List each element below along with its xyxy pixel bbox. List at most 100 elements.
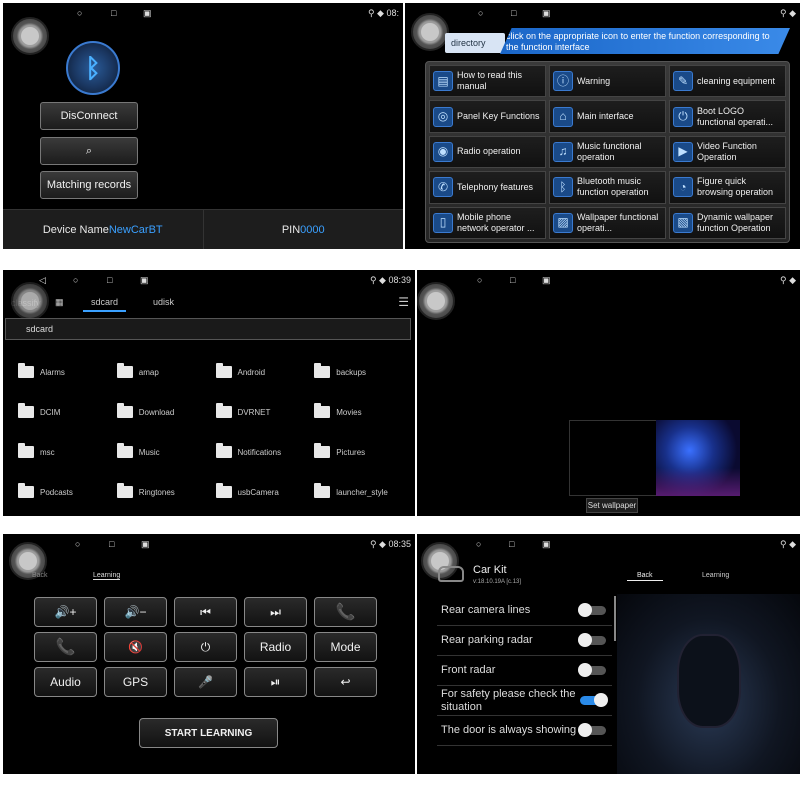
folder-item[interactable]: Alarms: [18, 352, 117, 392]
home-nav-icon[interactable]: ○: [478, 8, 483, 18]
next-track-button[interactable]: ⏭: [244, 597, 307, 627]
image-icon: ▣: [542, 539, 551, 549]
radio-icon: ◉: [433, 141, 453, 162]
manual-tile[interactable]: ▨ Wallpaper functional operati...: [549, 206, 666, 239]
manual-tile[interactable]: ▶ Video Function Operation: [669, 135, 786, 169]
set-wallpaper-button[interactable]: Set wallpaper: [586, 498, 638, 513]
answer-call-button[interactable]: 📞: [314, 597, 377, 627]
folder-item[interactable]: msc: [18, 432, 117, 472]
home-nav-icon[interactable]: ○: [77, 8, 82, 18]
folder-icon: [116, 403, 133, 418]
manual-tile[interactable]: ⌂ Main interface: [549, 100, 666, 133]
folder-icon: [314, 483, 331, 498]
setting-toggle[interactable]: [578, 723, 606, 737]
image-icon: ▣: [542, 8, 551, 18]
home-nav-icon[interactable]: ○: [75, 539, 80, 549]
gauge-icon: ◔: [673, 177, 693, 198]
hang-up-button[interactable]: 📞: [34, 632, 97, 662]
manual-tile[interactable]: ✎ cleaning equipment: [669, 65, 786, 98]
matching-records-button[interactable]: Matching records: [40, 171, 138, 199]
status-bar: ○ □ ▣ ⚲ ◆: [417, 534, 800, 554]
folder-item[interactable]: Podcasts: [18, 472, 117, 512]
back-tab[interactable]: Back: [627, 572, 663, 581]
directory-label[interactable]: directory: [445, 33, 505, 53]
volume-up-button[interactable]: 🔊+: [34, 597, 97, 627]
learning-tab[interactable]: Learning: [93, 572, 121, 580]
mode-button[interactable]: Mode: [314, 632, 377, 662]
scrollbar[interactable]: [614, 596, 616, 641]
tab-udisk[interactable]: udisk: [153, 297, 174, 307]
play-icon: ▶: [673, 141, 693, 162]
folder-item[interactable]: DVRNET: [215, 392, 315, 432]
manual-tile[interactable]: ᛒ Bluetooth music function operation: [549, 171, 666, 204]
folder-item[interactable]: usbCamera: [215, 472, 315, 512]
setting-toggle[interactable]: [578, 603, 606, 617]
gps-button[interactable]: GPS: [104, 667, 167, 697]
phone-icon: ✆: [433, 177, 453, 198]
floating-ball-button[interactable]: [11, 282, 49, 320]
radio-button[interactable]: Radio: [244, 632, 307, 662]
folder-item[interactable]: Pictures: [314, 432, 413, 472]
folder-item[interactable]: Notifications: [215, 432, 315, 472]
floating-ball-button[interactable]: [11, 17, 49, 55]
folder-item[interactable]: Android: [215, 352, 315, 392]
power-button[interactable]: ⏻: [174, 632, 237, 662]
grid-view-icon[interactable]: ▦: [55, 297, 64, 308]
voice-button[interactable]: 🎤: [174, 667, 237, 697]
manual-tile[interactable]: ▧ Dynamic wallpaper function Operation: [669, 206, 786, 239]
wallpaper-thumbnail[interactable]: [656, 420, 740, 496]
status-right: ⚲ ◆ 08:: [367, 8, 399, 18]
manual-tile[interactable]: ⏻ Boot LOGO functional operati...: [669, 100, 786, 133]
menu-icon[interactable]: ☰: [398, 295, 409, 309]
recent-apps-icon[interactable]: □: [109, 539, 114, 549]
manual-tile[interactable]: ◎ Panel Key Functions: [429, 100, 546, 133]
recent-apps-icon[interactable]: □: [509, 539, 514, 549]
tab-sdcard[interactable]: sdcard: [83, 297, 127, 312]
audio-button[interactable]: Audio: [34, 667, 97, 697]
home-nav-icon[interactable]: ○: [477, 275, 482, 285]
learning-tab[interactable]: Learning: [702, 572, 729, 579]
home-nav-icon[interactable]: ○: [73, 275, 78, 285]
start-learning-button[interactable]: START LEARNING: [139, 718, 278, 748]
folder-item[interactable]: Download: [116, 392, 216, 432]
recent-apps-icon[interactable]: □: [111, 8, 116, 18]
manual-tile[interactable]: ♫ Music functional operation: [549, 135, 666, 169]
manual-tile[interactable]: ◉ Radio operation: [429, 135, 546, 169]
image-icon: ▣: [542, 275, 551, 285]
recent-apps-icon[interactable]: □: [107, 275, 112, 285]
folder-item[interactable]: Movies: [314, 392, 413, 432]
back-tab[interactable]: Back: [32, 572, 48, 579]
manual-tile[interactable]: ✆ Telephony features: [429, 171, 546, 204]
status-bar: ◁ ○ □ ▣ ⚲ ◆ 08:39: [3, 270, 415, 290]
previous-track-button[interactable]: ⏮: [174, 597, 237, 627]
manual-tile[interactable]: ◔ Figure quick browsing operation: [669, 171, 786, 204]
folder-item[interactable]: amap: [116, 352, 216, 392]
folder-item[interactable]: launcher_style: [314, 472, 413, 512]
return-button[interactable]: ↩: [314, 667, 377, 697]
folder-item[interactable]: Ringtones: [116, 472, 216, 512]
manual-tile[interactable]: ⓘ Warning: [549, 65, 666, 98]
search-device-button[interactable]: ⌕: [40, 137, 138, 165]
home-nav-icon[interactable]: ○: [476, 539, 481, 549]
status-right: ⚲ ◆: [779, 8, 796, 18]
recent-apps-icon[interactable]: □: [511, 8, 516, 18]
mute-button[interactable]: 🔇: [104, 632, 167, 662]
manual-tile[interactable]: ▯ Mobile phone network operator ...: [429, 206, 546, 239]
folder-item[interactable]: Music: [116, 432, 216, 472]
volume-down-button[interactable]: 🔊−: [104, 597, 167, 627]
folder-icon: [116, 363, 133, 378]
play-pause-button[interactable]: ⏯: [244, 667, 307, 697]
status-right: ⚲ ◆: [779, 539, 796, 549]
folder-item[interactable]: backups: [314, 352, 413, 392]
floating-ball-button[interactable]: [411, 13, 449, 51]
disconnect-button[interactable]: DisConnect: [40, 102, 138, 130]
setting-toggle[interactable]: [580, 693, 608, 707]
manual-tile[interactable]: ▤ How to read this manual: [429, 65, 546, 98]
folder-item[interactable]: DCIM: [18, 392, 117, 432]
setting-toggle[interactable]: [578, 633, 606, 647]
floating-ball-button[interactable]: [417, 282, 455, 320]
setting-toggle[interactable]: [578, 663, 606, 677]
car-interior-image: [617, 594, 800, 774]
path-bar[interactable]: sdcard: [5, 318, 411, 340]
recent-apps-icon[interactable]: □: [510, 275, 515, 285]
